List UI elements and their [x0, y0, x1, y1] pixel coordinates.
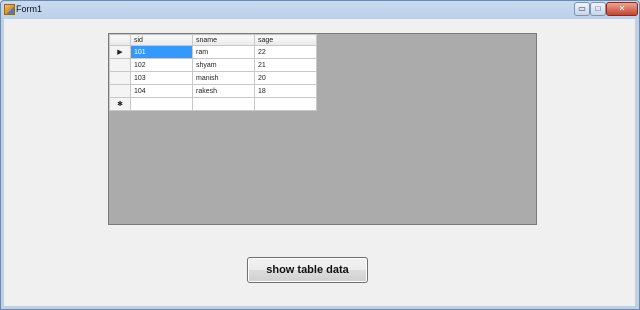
data-grid-view[interactable]: sid sname sage ▶ 101 ram 22 102 shyam 21…	[108, 33, 537, 225]
cell-sname[interactable]: manish	[192, 71, 255, 85]
cell-sid[interactable]: 102	[130, 58, 193, 72]
new-cell-sid[interactable]	[130, 97, 193, 111]
new-cell-sname[interactable]	[192, 97, 255, 111]
row-header[interactable]	[109, 84, 131, 98]
cell-sage[interactable]: 20	[254, 71, 317, 85]
column-header-sid[interactable]: sid	[130, 34, 193, 46]
cell-sage[interactable]: 18	[254, 84, 317, 98]
grid-table: sid sname sage ▶ 101 ram 22 102 shyam 21…	[109, 34, 317, 111]
cell-sname[interactable]: shyam	[192, 58, 255, 72]
close-button[interactable]: ✕	[606, 2, 638, 16]
row-header-current-icon[interactable]: ▶	[109, 45, 131, 59]
window-title: Form1	[16, 4, 43, 14]
show-table-data-button[interactable]: show table data	[247, 257, 368, 283]
maximize-button[interactable]: □	[590, 2, 606, 16]
header-row: sid sname sage	[109, 34, 317, 46]
table-row: 104 rakesh 18	[109, 84, 317, 98]
new-cell-sage[interactable]	[254, 97, 317, 111]
table-row: 103 manish 20	[109, 71, 317, 85]
column-header-sage[interactable]: sage	[254, 34, 317, 46]
cell-sid[interactable]: 101	[130, 45, 193, 59]
top-left-header-cell[interactable]	[109, 34, 131, 46]
form-client-area: sid sname sage ▶ 101 ram 22 102 shyam 21…	[4, 19, 635, 306]
cell-sage[interactable]: 22	[254, 45, 317, 59]
cell-sid[interactable]: 104	[130, 84, 193, 98]
row-header[interactable]	[109, 58, 131, 72]
column-header-sname[interactable]: sname	[192, 34, 255, 46]
new-row-icon[interactable]: ✱	[109, 97, 131, 111]
minimize-button[interactable]: ▭	[574, 2, 590, 16]
table-row: 102 shyam 21	[109, 58, 317, 72]
row-header[interactable]	[109, 71, 131, 85]
app-icon	[4, 4, 15, 15]
title-bar[interactable]: Form1 ▭ □ ✕	[1, 1, 639, 19]
table-row: ▶ 101 ram 22	[109, 45, 317, 59]
cell-sname[interactable]: rakesh	[192, 84, 255, 98]
cell-sage[interactable]: 21	[254, 58, 317, 72]
form-window: Form1 ▭ □ ✕ sid sname sage ▶ 101 ram 22 …	[0, 0, 640, 310]
cell-sid[interactable]: 103	[130, 71, 193, 85]
cell-sname[interactable]: ram	[192, 45, 255, 59]
new-row: ✱	[109, 97, 317, 111]
